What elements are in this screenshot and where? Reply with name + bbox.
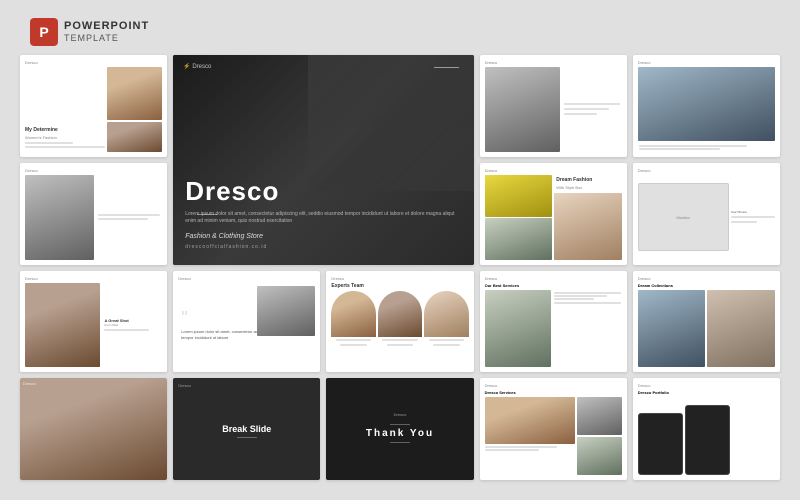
slide-12[interactable]: Dresco " Lorem ipsum dolor sit amet, con… — [173, 271, 320, 373]
slide-14-logo: Dresco — [485, 276, 622, 281]
slide-9[interactable]: Dresco Dream Fashion With Style Box — [480, 163, 627, 265]
page-wrapper: P POWERPOINT TEMPLATE Dresco My Determin… — [0, 0, 800, 500]
slides-grid: Dresco My Determine Women's Fashion — [0, 0, 800, 500]
slide-5-logo: Dresco — [638, 60, 775, 65]
thankyou-logo: Dresco — [394, 412, 407, 417]
top-bar: P POWERPOINT TEMPLATE — [30, 18, 149, 46]
slide-16[interactable]: Dresco — [20, 378, 167, 480]
slide-20-logo: Dresco — [638, 383, 775, 388]
slide-13[interactable]: Dresco Experts Team — [326, 271, 473, 373]
slide-20-title: Dresco Portfolio — [638, 390, 775, 395]
slide-4-logo: Dresco — [485, 60, 622, 65]
slide-14-title: Our Best Services — [485, 283, 622, 288]
slide-11[interactable]: Dresco A Great Shot From Disk — [20, 271, 167, 373]
hero-line-accent — [434, 67, 459, 68]
slide-13-title: Experts Team — [331, 283, 468, 289]
slide-thankyou[interactable]: Dresco Thank You — [326, 378, 473, 480]
slide-15[interactable]: Dresco Dream Collections — [633, 271, 780, 373]
hero-desc: Lorem ipsum dolor sit amet, consectetur … — [185, 211, 461, 225]
slide-6-logo: Dresco — [25, 168, 162, 173]
slide-9-logo: Dresco — [485, 168, 622, 173]
slide-19[interactable]: Dresco Dresco Services — [480, 378, 627, 480]
hero-url: drescooffcialfashion.co.id — [185, 244, 461, 250]
slide-6[interactable]: Dresco — [20, 163, 167, 265]
template-label: TEMPLATE — [64, 33, 149, 44]
slide-13-logo: Dresco — [331, 276, 468, 281]
slide-5[interactable]: Dresco — [633, 55, 780, 157]
slide-4[interactable]: Dresco — [480, 55, 627, 157]
ppt-label: POWERPOINT TEMPLATE — [64, 20, 149, 44]
hero-brand-name: Dresco — [185, 176, 461, 207]
powerpoint-icon: P — [30, 18, 58, 46]
slide-17-logo: Dresco — [178, 383, 315, 388]
slide-hero[interactable]: ⚡ Dresco Dresco Lorem ipsum dolor sit am… — [173, 55, 473, 265]
slide-17[interactable]: Dresco Break Slide — [173, 378, 320, 480]
slide-19-logo: Dresco — [485, 383, 622, 388]
slide-11-logo: Dresco — [25, 276, 162, 281]
slide-10-logo: Dresco — [638, 168, 775, 173]
slide-15-title: Dream Collections — [638, 283, 775, 288]
slide-19-title: Dresco Services — [485, 390, 622, 395]
break-slide-title: Break Slide — [222, 424, 271, 434]
slide-10[interactable]: Dresco Monitor Your Photos — [633, 163, 780, 265]
thankyou-text: Thank You — [366, 428, 434, 439]
slide-1-logo: Dresco — [25, 60, 162, 65]
hero-logo: ⚡ Dresco — [183, 63, 211, 70]
slide-14[interactable]: Dresco Our Best Services — [480, 271, 627, 373]
slide-1-subtitle: Women's Fashion — [25, 135, 105, 140]
slide-1[interactable]: Dresco My Determine Women's Fashion — [20, 55, 167, 157]
hero-content: Dresco Lorem ipsum dolor sit amet, conse… — [185, 176, 461, 250]
hero-tagline: Fashion & Clothing Store — [185, 233, 461, 240]
slide-1-title: My Determine — [25, 127, 105, 133]
powerpoint-label: POWERPOINT — [64, 20, 149, 33]
slide-20[interactable]: Dresco Dresco Portfolio — [633, 378, 780, 480]
slide-15-logo: Dresco — [638, 276, 775, 281]
slide-12-logo: Dresco — [178, 276, 315, 281]
